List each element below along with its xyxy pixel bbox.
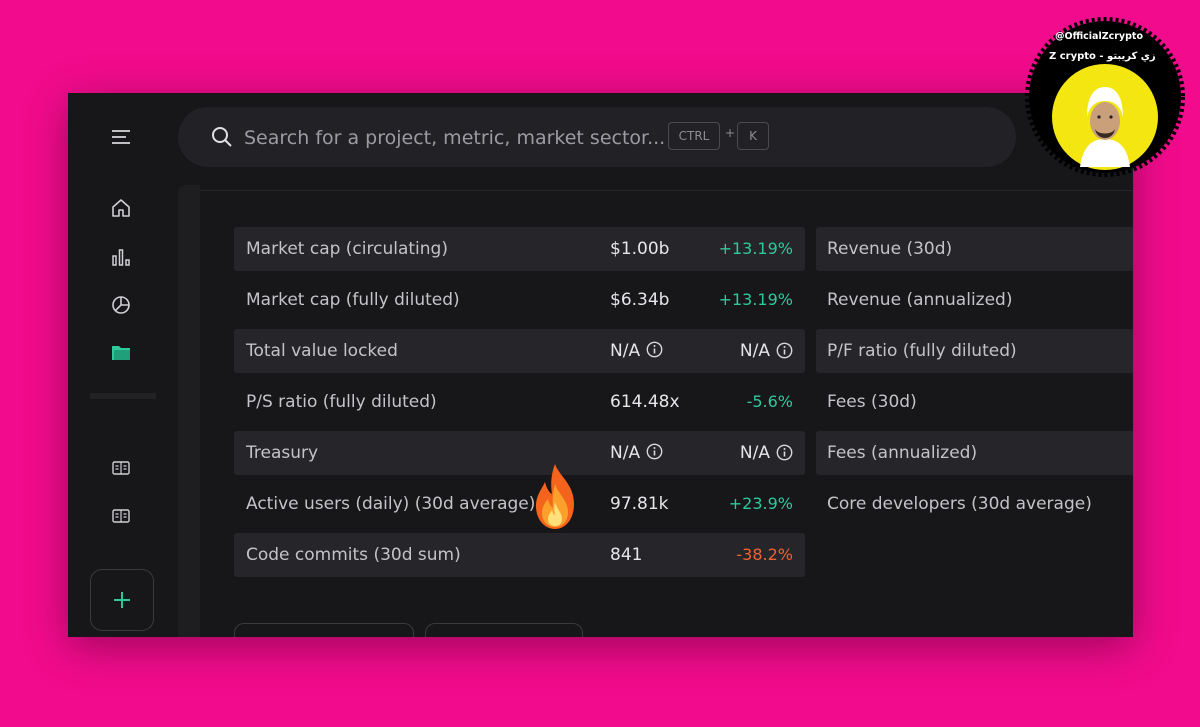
metric-row: Total value locked N/A N/A xyxy=(234,329,805,373)
metric-change: +13.19% xyxy=(718,239,793,258)
info-icon[interactable] xyxy=(776,342,793,359)
metric-change: +13.19% xyxy=(718,290,793,309)
info-icon[interactable] xyxy=(776,444,793,461)
metric-value: 841 xyxy=(610,545,643,565)
metric-change-na: N/A xyxy=(740,329,793,373)
metric-value: 97.81k xyxy=(610,494,669,514)
metric-change: +23.9% xyxy=(728,494,793,513)
metric-row: Revenue (annualized) xyxy=(816,278,1133,322)
metric-label: Fees (30d) xyxy=(827,392,917,412)
metric-value-na: N/A xyxy=(610,329,663,373)
shortcut-key-ctrl: CTRL xyxy=(668,122,720,150)
sidebar-divider xyxy=(90,393,156,399)
search-input[interactable] xyxy=(242,121,666,155)
app-window: CTRL + K Market cap (circulating) $1.00b… xyxy=(68,93,1133,637)
metric-label: Market cap (fully diluted) xyxy=(246,290,460,310)
metric-row: P/F ratio (fully diluted) xyxy=(816,329,1133,373)
metric-label: Core developers (30d average) xyxy=(827,494,1092,514)
metric-label: Revenue (annualized) xyxy=(827,290,1013,310)
shortcut-key-k: K xyxy=(737,122,769,150)
badge-handle: @OfficialZcrypto xyxy=(1055,31,1143,42)
bar-chart-icon[interactable] xyxy=(110,246,132,268)
info-icon[interactable] xyxy=(646,341,663,358)
metric-label: Market cap (circulating) xyxy=(246,239,448,259)
filter-chip[interactable] xyxy=(234,623,414,637)
content-panel-edge xyxy=(178,185,200,637)
metric-row: Code commits (30d sum) 841 -38.2% xyxy=(234,533,805,577)
metric-row: Treasury N/A N/A xyxy=(234,431,805,475)
metric-row: Fees (30d) xyxy=(816,380,1133,424)
search-icon xyxy=(212,127,232,147)
badge-name: Z crypto - زي كريبتو xyxy=(1049,51,1156,62)
metric-row: P/S ratio (fully diluted) 614.48x -5.6% xyxy=(234,380,805,424)
book-icon[interactable] xyxy=(110,505,132,527)
content-divider xyxy=(200,190,1133,191)
hamburger-menu-icon[interactable] xyxy=(110,126,132,148)
metric-label: Code commits (30d sum) xyxy=(246,545,461,565)
metric-row: Market cap (circulating) $1.00b +13.19% xyxy=(234,227,805,271)
shortcut-plus: + xyxy=(725,126,736,140)
sidebar xyxy=(68,93,176,637)
metric-row: Core developers (30d average) xyxy=(816,482,1133,526)
search-bar[interactable]: CTRL + K xyxy=(178,107,1016,167)
metric-row: Fees (annualized) xyxy=(816,431,1133,475)
metric-label: P/F ratio (fully diluted) xyxy=(827,341,1017,361)
metric-row: Active users (daily) (30d average) 97.81… xyxy=(234,482,805,526)
metric-value: $6.34b xyxy=(610,290,670,310)
info-icon[interactable] xyxy=(646,443,663,460)
metric-value-na: N/A xyxy=(610,431,663,475)
pie-chart-icon[interactable] xyxy=(110,294,132,316)
metric-change-na: N/A xyxy=(740,431,793,475)
watermark-badge: @OfficialZcrypto Z crypto - زي كريبتو xyxy=(1025,17,1185,177)
home-icon[interactable] xyxy=(110,197,132,219)
fire-icon xyxy=(536,464,574,529)
metric-label: P/S ratio (fully diluted) xyxy=(246,392,437,412)
filter-chip[interactable] xyxy=(425,623,583,637)
metric-label: Total value locked xyxy=(246,341,398,361)
book-icon[interactable] xyxy=(110,457,132,479)
metric-label: Treasury xyxy=(246,443,319,463)
folder-icon[interactable] xyxy=(110,342,132,364)
metric-label: Fees (annualized) xyxy=(827,443,978,463)
metric-label: Revenue (30d) xyxy=(827,239,953,259)
metric-value: 614.48x xyxy=(610,392,680,412)
metric-row: Revenue (30d) xyxy=(816,227,1133,271)
plus-icon xyxy=(114,592,130,608)
metric-change: -38.2% xyxy=(736,545,793,564)
metric-label: Active users (daily) (30d average) xyxy=(246,494,536,514)
metric-change: -5.6% xyxy=(746,392,793,411)
add-button[interactable] xyxy=(90,569,154,631)
metric-row: Market cap (fully diluted) $6.34b +13.19… xyxy=(234,278,805,322)
metric-value: $1.00b xyxy=(610,239,670,259)
